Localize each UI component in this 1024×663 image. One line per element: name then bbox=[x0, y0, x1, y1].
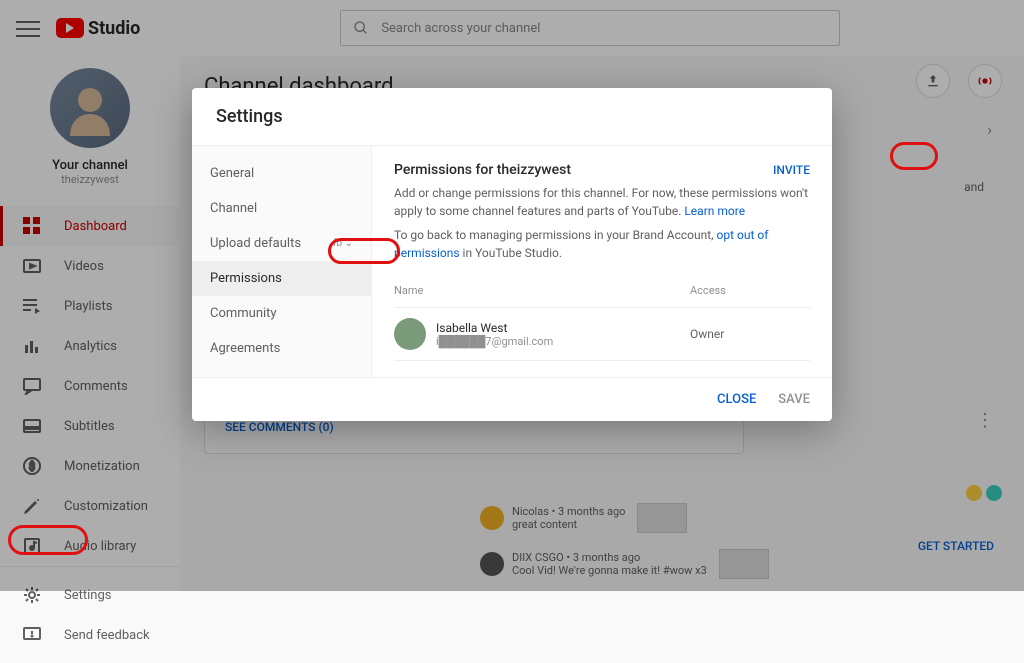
close-button[interactable]: CLOSE bbox=[717, 392, 756, 407]
modal-overlay[interactable]: Settings General Channel Upload defaults… bbox=[0, 0, 1024, 591]
settings-item-community[interactable]: Community bbox=[192, 296, 371, 331]
chevron-down-icon: fb ⌄ bbox=[333, 238, 353, 249]
permissions-desc: Add or change permissions for this chann… bbox=[394, 184, 810, 220]
user-avatar bbox=[394, 318, 426, 350]
settings-modal: Settings General Channel Upload defaults… bbox=[192, 88, 832, 421]
permissions-desc2: To go back to managing permissions in yo… bbox=[394, 226, 810, 262]
modal-footer: CLOSE SAVE bbox=[192, 377, 832, 421]
settings-item-general[interactable]: General bbox=[192, 156, 371, 191]
user-name: Isabella West bbox=[436, 321, 553, 335]
settings-item-upload[interactable]: Upload defaultsfb ⌄ bbox=[192, 226, 371, 261]
settings-panel: Permissions for theizzywest INVITE Add o… bbox=[372, 146, 832, 377]
settings-item-channel[interactable]: Channel bbox=[192, 191, 371, 226]
learn-more-link[interactable]: Learn more bbox=[684, 204, 745, 218]
modal-body: General Channel Upload defaultsfb ⌄ Perm… bbox=[192, 146, 832, 377]
table-header: Name Access bbox=[394, 274, 810, 308]
feedback-icon bbox=[22, 625, 42, 645]
col-name: Name bbox=[394, 284, 690, 297]
save-button[interactable]: SAVE bbox=[778, 392, 810, 407]
sidebar-item-feedback[interactable]: Send feedback bbox=[0, 615, 180, 655]
col-access: Access bbox=[690, 284, 810, 297]
permissions-heading: Permissions for theizzywest bbox=[394, 162, 571, 178]
settings-sidebar: General Channel Upload defaultsfb ⌄ Perm… bbox=[192, 146, 372, 377]
settings-item-agreements[interactable]: Agreements bbox=[192, 331, 371, 366]
modal-title: Settings bbox=[192, 88, 832, 146]
invite-button[interactable]: INVITE bbox=[773, 163, 810, 177]
table-row: Isabella West i██████7@gmail.com Owner bbox=[394, 308, 810, 361]
settings-item-permissions[interactable]: Permissions bbox=[192, 261, 371, 296]
user-email: i██████7@gmail.com bbox=[436, 335, 553, 348]
user-access: Owner bbox=[690, 327, 810, 341]
